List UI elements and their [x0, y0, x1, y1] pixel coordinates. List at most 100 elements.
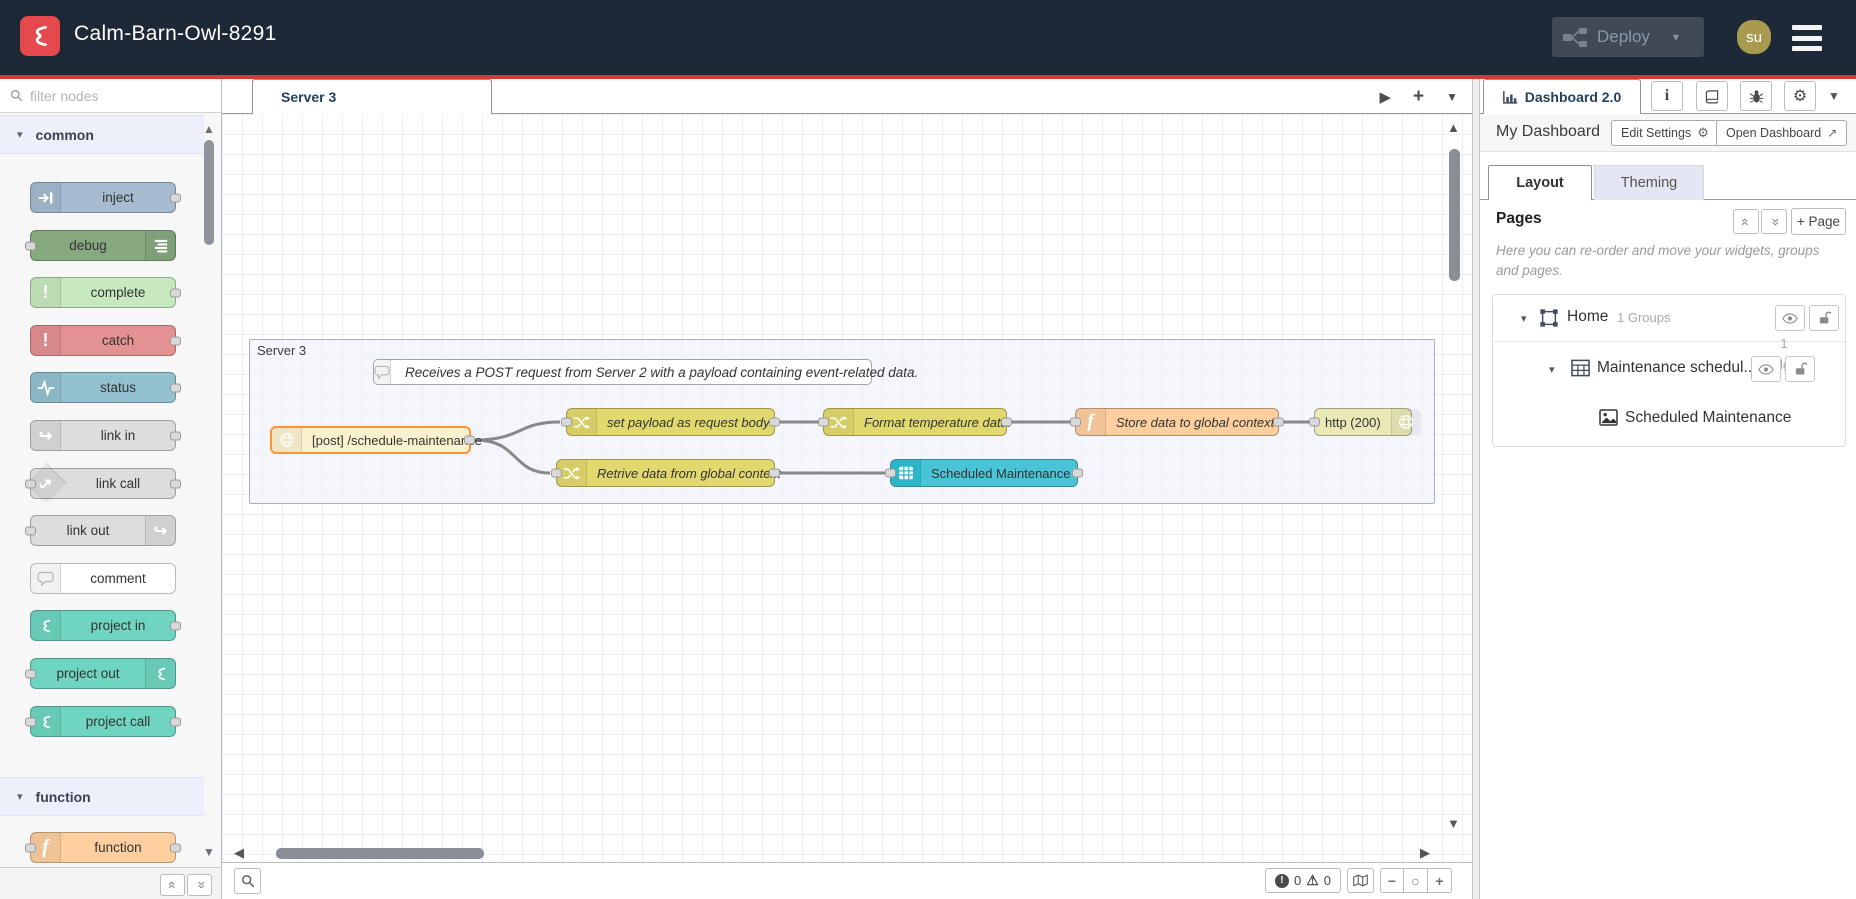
collapse-all-pages-button[interactable]: « — [1733, 209, 1759, 234]
port-input[interactable] — [1309, 417, 1320, 427]
navigator-map-button[interactable] — [1347, 868, 1374, 893]
palette-node-function[interactable]: f function — [25, 832, 181, 863]
port-output[interactable] — [170, 288, 181, 297]
palette-node-link-in[interactable]: ↪ link in — [30, 420, 181, 451]
port-output[interactable] — [170, 431, 181, 440]
palette-node-catch[interactable]: ! catch — [30, 325, 181, 356]
palette-node-project-call[interactable]: project call — [25, 706, 181, 737]
palette-node-complete[interactable]: ! complete — [30, 277, 181, 308]
expand-all-pages-button[interactable]: « — [1761, 209, 1787, 234]
palette-scroll-down-arrow[interactable]: ▼ — [203, 845, 215, 859]
bug-button[interactable] — [1740, 81, 1772, 111]
port-output[interactable] — [170, 717, 181, 726]
sidebar-tab-dashboard[interactable]: Dashboard 2.0 — [1483, 79, 1641, 115]
flow-node-change-format[interactable]: Format temperature data. — [818, 408, 1012, 436]
port-output[interactable] — [769, 417, 780, 427]
chevron-down-icon[interactable]: ▾ — [1521, 312, 1527, 325]
dashboard-tree: ▾ Home 1 Groups ▾ Maintenance schedul...… — [1492, 294, 1846, 447]
palette-scroll-up-arrow[interactable]: ▲ — [203, 122, 215, 136]
port-output[interactable] — [170, 621, 181, 630]
zoom-reset-button[interactable]: ○ — [1404, 868, 1428, 893]
warning-icon: ⚠ — [1306, 872, 1319, 888]
info-button[interactable]: i — [1651, 81, 1683, 111]
comment-node[interactable]: Receives a POST request from Server 2 wi… — [373, 359, 918, 385]
tree-row-widget-scheduled-maintenance[interactable]: Scheduled Maintenance — [1493, 396, 1845, 446]
tab-theming[interactable]: Theming — [1594, 165, 1704, 200]
port-output[interactable] — [170, 336, 181, 345]
main-menu-button[interactable] — [1792, 25, 1822, 51]
sidebar-menu-caret[interactable]: ▼ — [1828, 89, 1840, 103]
notification-counts[interactable]: ! 0 ⚠ 0 — [1264, 868, 1341, 893]
port-output[interactable] — [170, 479, 181, 488]
port-output[interactable] — [1072, 468, 1083, 478]
port-output[interactable] — [170, 193, 181, 202]
external-link-icon: ↗ — [1827, 126, 1838, 140]
chevron-down-icon[interactable]: ▾ — [1549, 363, 1555, 376]
port-output[interactable] — [464, 435, 475, 445]
sidebar-resize-handle[interactable] — [1472, 79, 1480, 899]
port-input[interactable] — [551, 468, 562, 478]
port-input[interactable] — [25, 479, 36, 488]
user-avatar[interactable]: su — [1737, 20, 1771, 54]
flow-node-http-in[interactable]: [post] /schedule-maintenance — [270, 426, 482, 454]
palette-expand-all-button[interactable]: « — [187, 874, 212, 896]
port-input[interactable] — [25, 241, 36, 250]
flow-node-ui-table[interactable]: Scheduled Maintenance — [885, 459, 1083, 487]
edit-settings-button[interactable]: Edit Settings ⚙ — [1611, 120, 1719, 146]
flow-tab-server-3[interactable]: Server 3 — [252, 79, 492, 115]
settings-button[interactable]: ⚙ — [1784, 81, 1816, 111]
node-red-logo-icon — [35, 25, 47, 47]
flow-node-change-set-payload[interactable]: set payload as request body — [561, 408, 780, 436]
palette-node-link-out[interactable]: link out ↪ — [25, 515, 176, 546]
port-output[interactable] — [769, 468, 780, 478]
port-input[interactable] — [25, 843, 36, 852]
add-flow-button[interactable]: + — [1413, 86, 1424, 108]
palette-node-debug[interactable]: debug — [25, 230, 176, 261]
canvas-search-button[interactable] — [234, 868, 261, 894]
port-output[interactable] — [1273, 417, 1284, 427]
tab-scroll-right-icon[interactable]: ▶ — [1379, 88, 1391, 106]
zoom-in-button[interactable]: + — [1428, 868, 1452, 893]
palette-scrollbar-thumb[interactable] — [204, 140, 214, 245]
flow-node-function-store[interactable]: f Store data to global context — [1070, 408, 1284, 436]
eye-icon — [1782, 312, 1798, 324]
deploy-button[interactable]: Deploy ▾ — [1552, 17, 1704, 57]
port-input[interactable] — [561, 417, 572, 427]
port-output[interactable] — [170, 843, 181, 852]
palette-node-project-out[interactable]: project out — [25, 658, 176, 689]
port-input[interactable] — [25, 669, 36, 678]
speech-bubble-icon — [374, 360, 391, 384]
palette-category-common[interactable]: ▾ common — [0, 115, 204, 154]
port-output[interactable] — [1001, 417, 1012, 427]
port-input[interactable] — [1070, 417, 1081, 427]
help-book-button[interactable] — [1696, 81, 1728, 111]
group-visibility-button[interactable] — [1751, 356, 1781, 382]
flow-node-change-retrieve[interactable]: Retrive data from global context — [551, 459, 781, 487]
flow-list-caret[interactable]: ▼ — [1446, 90, 1458, 104]
page-lock-button[interactable] — [1809, 305, 1839, 331]
palette-node-project-in[interactable]: project in — [30, 610, 181, 641]
palette-search[interactable] — [0, 79, 221, 113]
group-lock-button[interactable] — [1785, 356, 1815, 382]
tree-row-group-maintenance[interactable]: ▾ Maintenance schedul... 1 Widgets — [1493, 336, 1845, 396]
deploy-dropdown-caret[interactable]: ▾ — [1673, 30, 1679, 44]
tab-layout[interactable]: Layout — [1488, 165, 1592, 201]
port-input[interactable] — [25, 526, 36, 535]
palette-node-status[interactable]: status — [30, 372, 181, 403]
palette-category-function[interactable]: ▾ function — [0, 777, 204, 816]
flow-canvas[interactable]: Server 3 Receives a POST request from Se… — [222, 114, 1472, 862]
add-page-button[interactable]: + Page — [1791, 208, 1846, 235]
palette-collapse-all-button[interactable]: « — [160, 874, 185, 896]
port-output[interactable] — [170, 383, 181, 392]
open-dashboard-button[interactable]: Open Dashboard ↗ — [1716, 120, 1848, 146]
port-input[interactable] — [818, 417, 829, 427]
port-input[interactable] — [25, 717, 36, 726]
palette-filter-input[interactable] — [30, 87, 180, 104]
zoom-out-button[interactable]: − — [1380, 868, 1404, 893]
page-visibility-button[interactable] — [1775, 305, 1805, 331]
palette-node-link-call[interactable]: ↪ link call — [25, 462, 181, 505]
palette-node-comment[interactable]: comment — [30, 563, 176, 594]
port-input[interactable] — [885, 468, 896, 478]
flow-node-http-response[interactable]: http (200) — [1309, 408, 1421, 436]
palette-node-inject[interactable]: inject — [30, 182, 181, 213]
